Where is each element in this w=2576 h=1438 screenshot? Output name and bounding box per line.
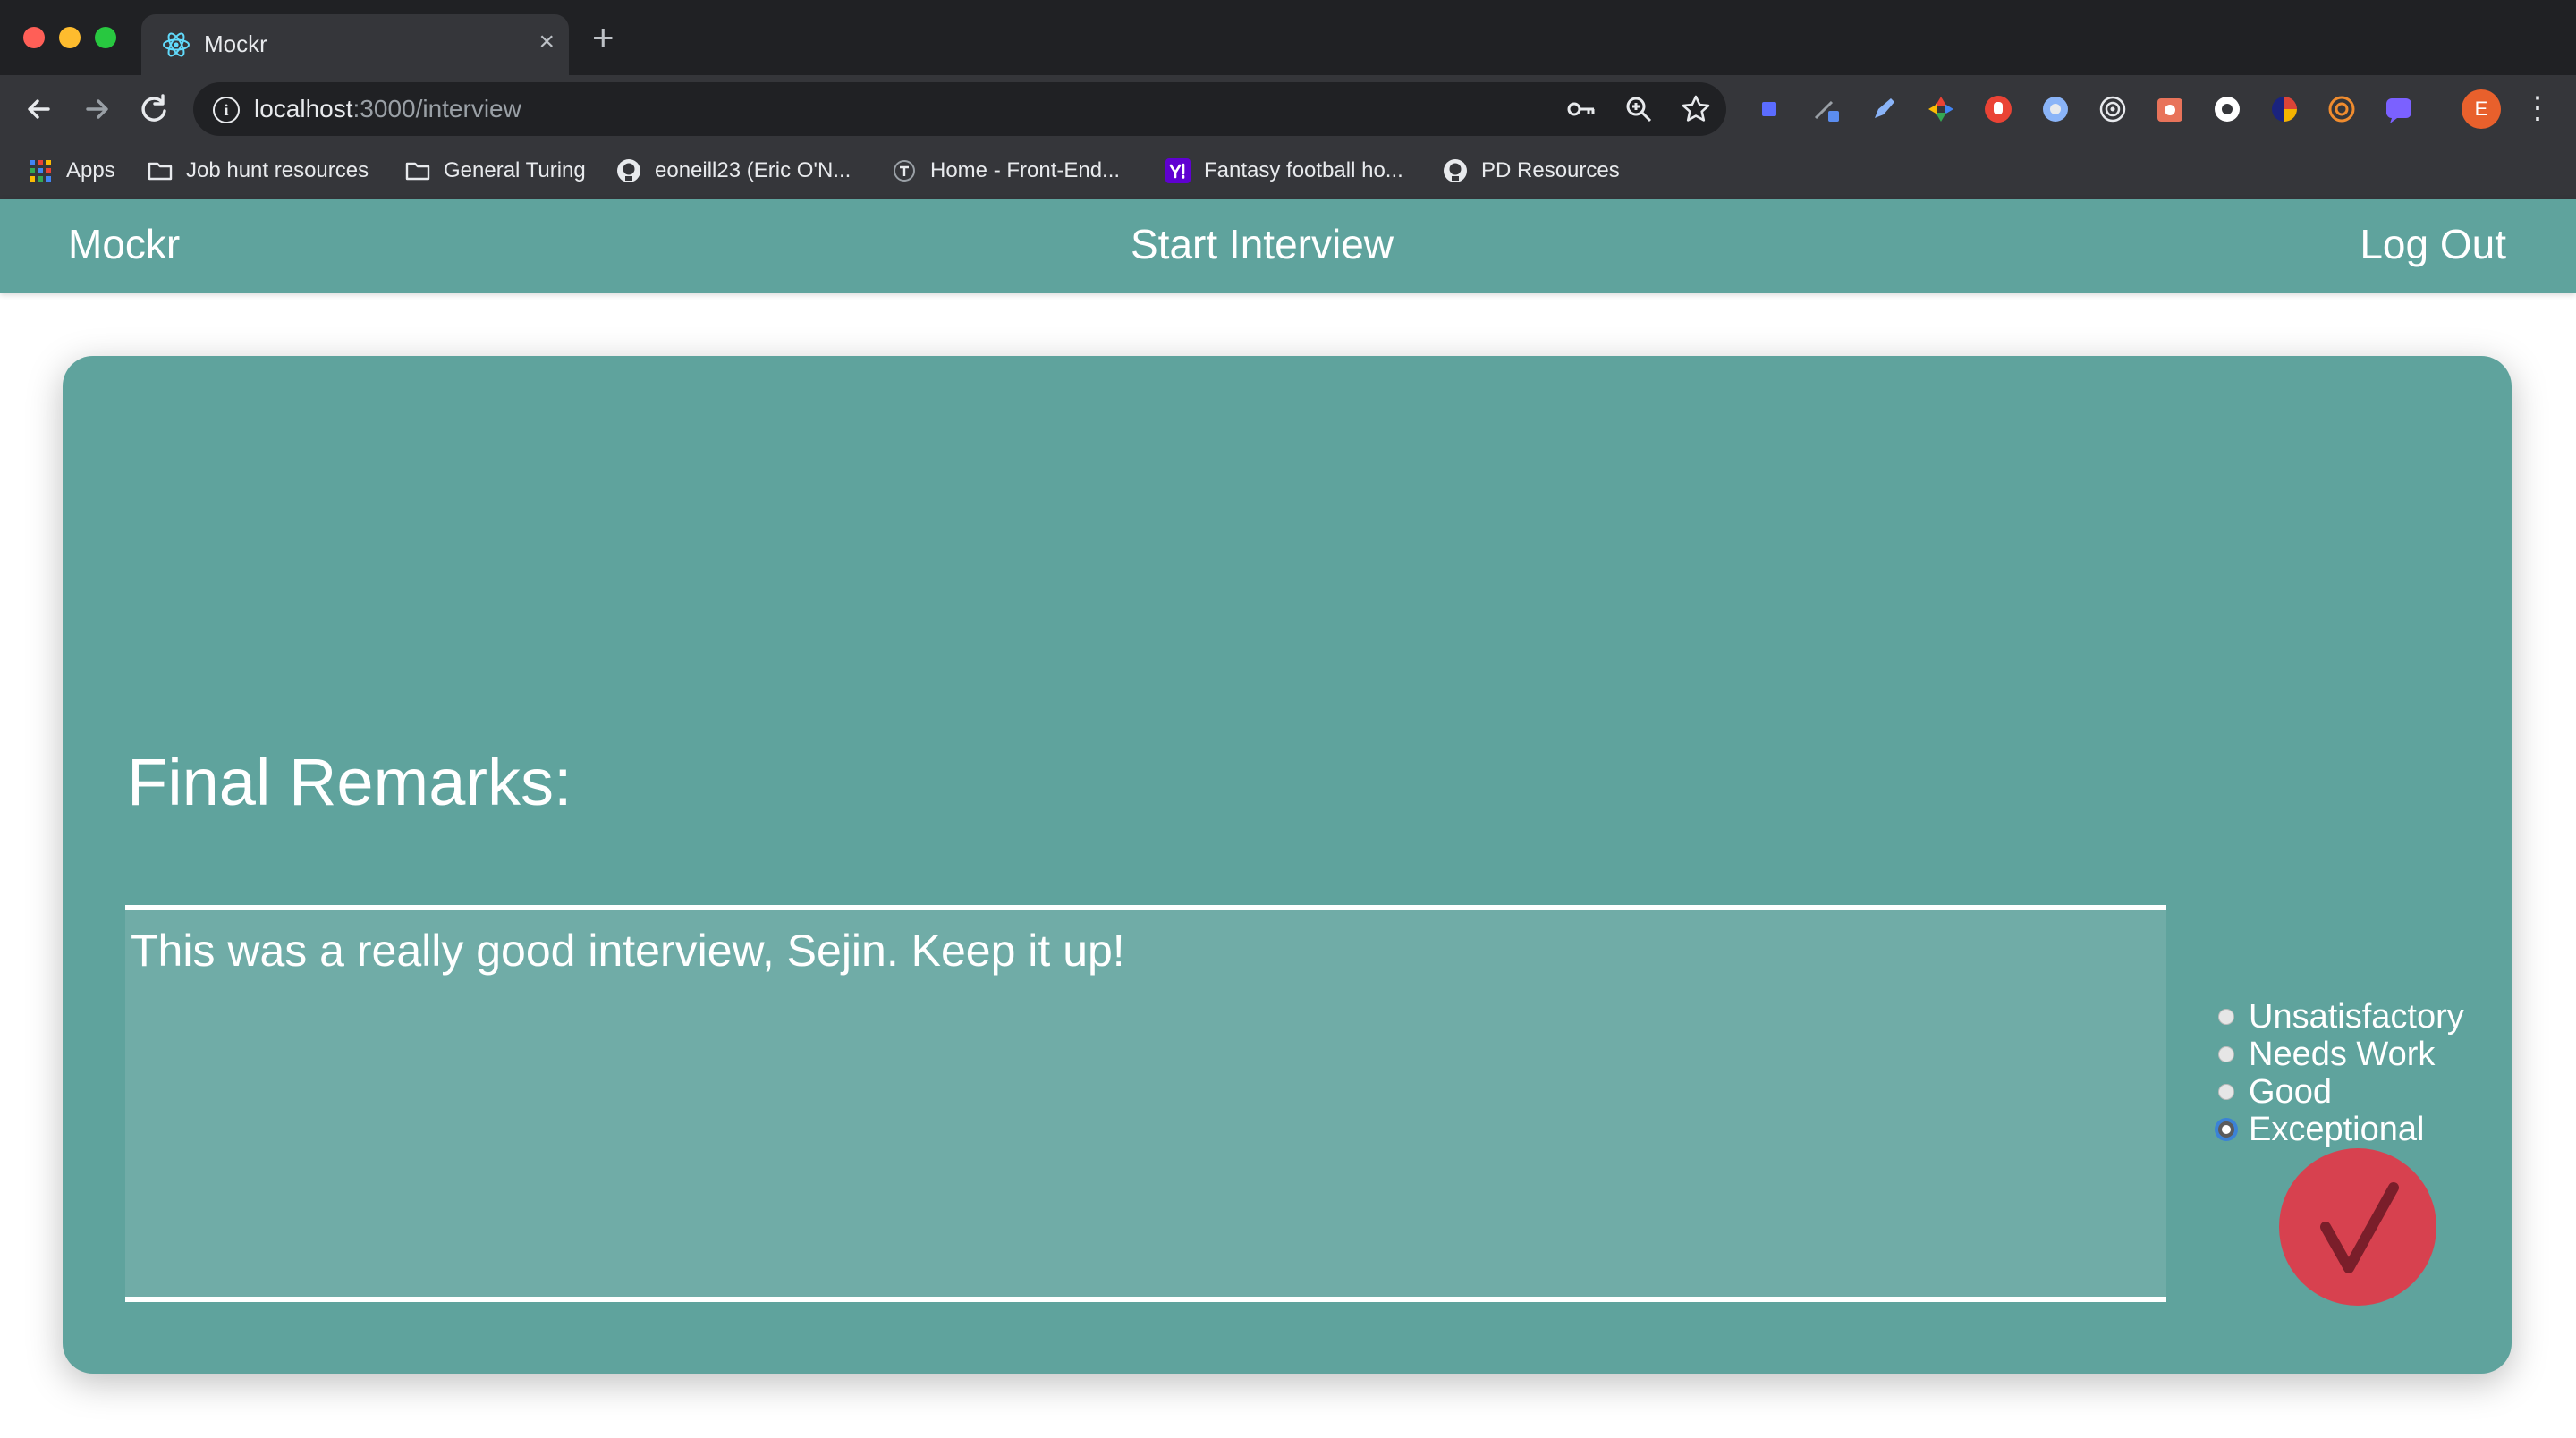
checkmark-icon <box>2320 1182 2399 1273</box>
rating-option-exceptional[interactable]: Exceptional <box>2218 1111 2464 1148</box>
extension-square-icon[interactable] <box>1753 93 1785 125</box>
radio-unsatisfactory[interactable] <box>2218 1009 2234 1025</box>
github-icon <box>615 157 642 184</box>
extension-hand-icon[interactable] <box>1982 93 2014 125</box>
browser-tab[interactable]: Mockr × <box>141 14 569 75</box>
bookmark-label: Fantasy football ho... <box>1204 158 1403 182</box>
bookmark-label: eoneill23 (Eric O'N... <box>655 158 852 182</box>
extension-target-icon[interactable] <box>2097 93 2129 125</box>
start-interview-link[interactable]: Start Interview <box>1131 220 1394 268</box>
extension-white-circle-icon[interactable] <box>2211 93 2243 125</box>
submit-checkmark-button[interactable] <box>2279 1148 2436 1306</box>
back-arrow-icon[interactable] <box>20 89 59 129</box>
bookmark-label: General Turing <box>444 158 586 182</box>
bookmark-label: Home - Front-End... <box>930 158 1121 182</box>
tab-title: Mockr <box>204 30 267 57</box>
final-remarks-card: Final Remarks: This was a really good in… <box>63 356 2512 1374</box>
url-path: :3000/interview <box>352 95 521 123</box>
app-navbar: Mockr Start Interview Log Out <box>0 199 2576 293</box>
maximize-window-button[interactable] <box>95 27 116 48</box>
extension-bubble-icon[interactable] <box>2383 93 2415 125</box>
final-remarks-title: Final Remarks: <box>127 745 572 819</box>
folder-icon <box>147 157 174 184</box>
bookmark-label: Job hunt resources <box>186 158 369 182</box>
bookmark-job-hunt-resources[interactable]: Job hunt resources <box>147 143 369 199</box>
extension-pen-icon[interactable] <box>1810 93 1843 125</box>
rating-label: Exceptional <box>2249 1110 2425 1148</box>
rating-label: Needs Work <box>2249 1035 2436 1073</box>
rating-radio-group: Unsatisfactory Needs Work Good Exception… <box>2218 998 2464 1148</box>
close-window-button[interactable] <box>23 27 45 48</box>
app-logo-link[interactable]: Mockr <box>68 220 180 268</box>
apps-grid-icon <box>27 157 54 184</box>
bookmark-home-front-end[interactable]: Home - Front-End... <box>891 143 1120 199</box>
folder-icon <box>404 157 431 184</box>
react-icon <box>161 30 191 60</box>
rating-label: Good <box>2249 1072 2332 1111</box>
extension-circle-icon[interactable] <box>2039 93 2072 125</box>
radio-needs-work[interactable] <box>2218 1046 2234 1062</box>
turing-icon <box>891 157 918 184</box>
site-info-icon[interactable]: i <box>213 97 240 123</box>
bookmark-fantasy-football[interactable]: Fantasy football ho... <box>1165 143 1403 199</box>
profile-avatar[interactable]: E <box>2462 89 2501 129</box>
close-tab-icon[interactable]: × <box>538 27 555 57</box>
rating-option-needs-work[interactable]: Needs Work <box>2218 1036 2464 1073</box>
final-remarks-textarea[interactable]: This was a really good interview, Sejin.… <box>125 905 2166 1302</box>
browser-menu-icon[interactable]: ⋮ <box>2522 88 2553 129</box>
extension-pencil-icon[interactable] <box>1868 93 1900 125</box>
rating-option-unsatisfactory[interactable]: Unsatisfactory <box>2218 998 2464 1036</box>
rating-option-good[interactable]: Good <box>2218 1073 2464 1111</box>
reload-icon[interactable] <box>134 89 174 129</box>
forward-arrow-icon[interactable] <box>77 89 116 129</box>
radio-good[interactable] <box>2218 1084 2234 1100</box>
extension-fingerprint-icon[interactable] <box>2326 93 2358 125</box>
bookmark-apps[interactable]: Apps <box>27 143 115 199</box>
key-icon[interactable] <box>1563 91 1599 127</box>
page-viewport: Mockr Start Interview Log Out Final Rema… <box>0 199 2576 1438</box>
extension-camera-icon[interactable] <box>2154 93 2186 125</box>
rating-label: Unsatisfactory <box>2249 997 2464 1036</box>
url-host: localhost <box>254 95 353 123</box>
radio-exceptional[interactable] <box>2218 1121 2234 1138</box>
bookmark-star-icon[interactable] <box>1678 91 1714 127</box>
new-tab-button[interactable]: + <box>592 19 614 56</box>
extension-pie-icon[interactable] <box>2268 93 2301 125</box>
browser-toolbar: i localhost:3000/interview E ⋮ <box>0 75 2576 143</box>
log-out-link[interactable]: Log Out <box>2360 220 2506 268</box>
bookmark-eoneill23[interactable]: eoneill23 (Eric O'N... <box>615 143 851 199</box>
address-bar[interactable]: i localhost:3000/interview <box>193 82 1726 136</box>
zoom-icon[interactable] <box>1621 91 1657 127</box>
browser-tab-strip: Mockr × + <box>0 0 2576 75</box>
extension-colorwheel-icon[interactable] <box>1925 93 1957 125</box>
yahoo-icon <box>1165 157 1191 184</box>
bookmark-label: Apps <box>66 158 115 182</box>
bookmarks-bar: Apps Job hunt resources General Turing e… <box>0 143 2576 199</box>
bookmark-label: PD Resources <box>1481 158 1620 182</box>
url-text[interactable]: localhost:3000/interview <box>254 95 521 123</box>
minimize-window-button[interactable] <box>59 27 80 48</box>
bookmark-general-turing[interactable]: General Turing <box>404 143 586 199</box>
github-icon <box>1442 157 1469 184</box>
bookmark-pd-resources[interactable]: PD Resources <box>1442 143 1620 199</box>
